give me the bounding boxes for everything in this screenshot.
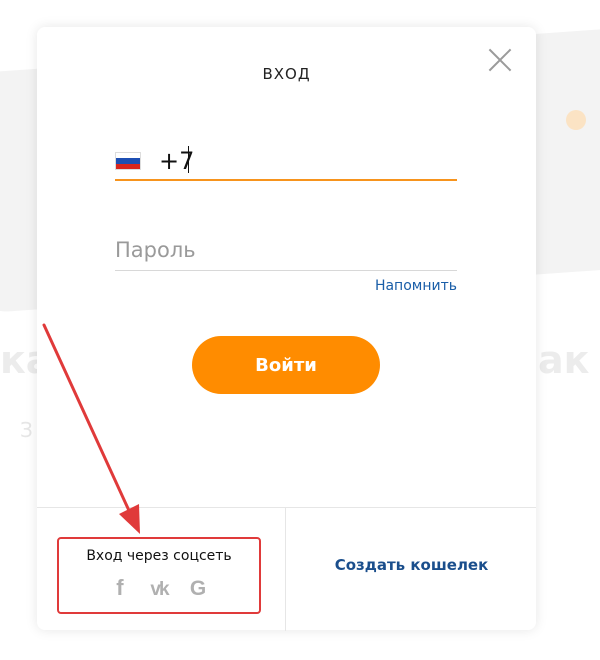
password-input[interactable] xyxy=(115,231,457,269)
vk-icon[interactable]: vk xyxy=(142,577,176,603)
social-login-block: Вход через соцсеть f vk G xyxy=(57,537,261,614)
modal-title: ВХОД xyxy=(262,65,311,83)
password-field xyxy=(115,231,457,271)
background-text-fragment: ак xyxy=(538,338,590,382)
social-login-label: Вход через соцсеть xyxy=(86,548,232,564)
google-icon[interactable]: G xyxy=(181,576,215,602)
create-wallet-link[interactable]: Создать кошелек xyxy=(287,556,536,574)
login-button[interactable]: Войти xyxy=(192,336,380,394)
login-modal: ВХОД Напомнить Войти Вход через соцсеть … xyxy=(37,27,536,631)
russia-flag-icon[interactable] xyxy=(115,152,141,170)
close-icon[interactable] xyxy=(487,47,513,73)
background-decoration xyxy=(566,110,586,130)
phone-field xyxy=(115,143,457,181)
phone-input[interactable] xyxy=(159,143,449,179)
background-text-fragment: З xyxy=(20,418,33,442)
social-icons: f vk G xyxy=(59,575,259,603)
footer-divider xyxy=(285,508,286,631)
modal-footer: Вход через соцсеть f vk G Создать кошеле… xyxy=(37,507,536,631)
remind-password-link[interactable]: Напомнить xyxy=(357,278,457,294)
text-caret xyxy=(188,146,189,173)
facebook-icon[interactable]: f xyxy=(103,575,137,601)
